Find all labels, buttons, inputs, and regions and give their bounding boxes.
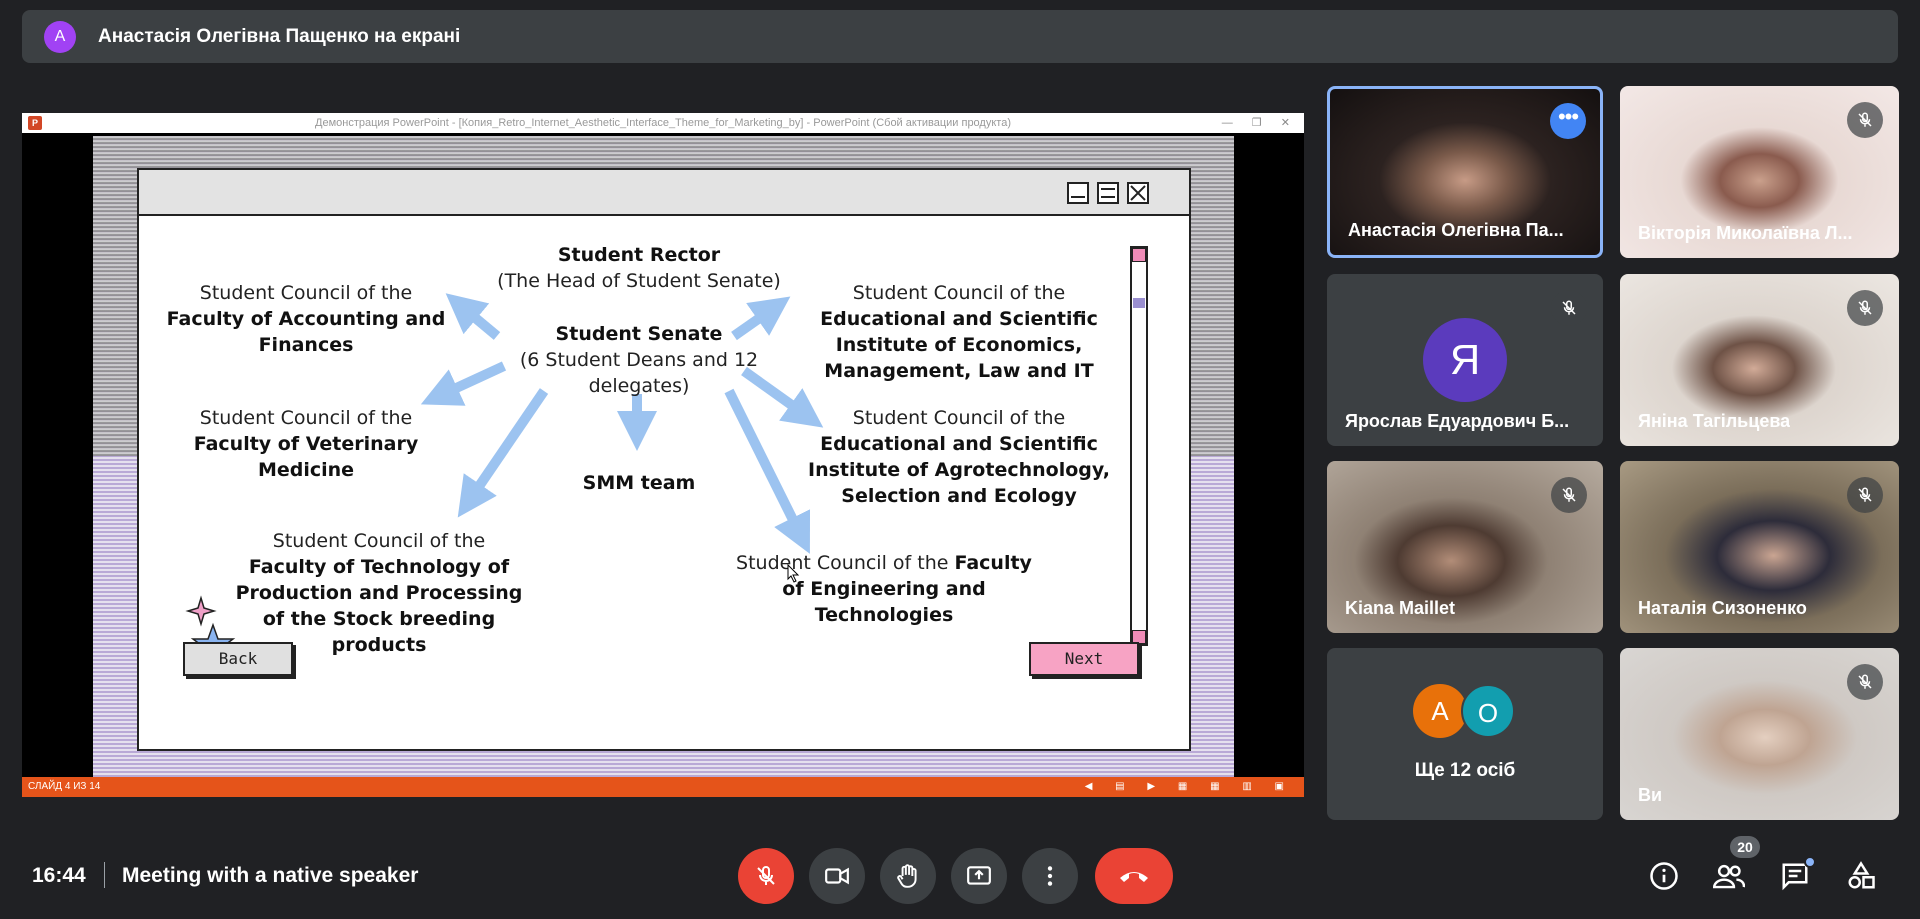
presenter-banner-text: Анастасія Олегівна Пащенко на екрані [98, 25, 461, 47]
more-options-button[interactable] [1022, 848, 1078, 904]
more-participants-label: Ще 12 осіб [1414, 760, 1516, 781]
self-tile[interactable]: Ви [1620, 648, 1899, 820]
raise-hand-button[interactable] [880, 848, 936, 904]
powerpoint-logo-icon: P [28, 116, 42, 130]
participant-avatar: А [1413, 684, 1467, 738]
slide: Student Rector (The Head of Student Sena… [93, 136, 1234, 777]
back-button[interactable]: Back [183, 642, 293, 676]
unread-chat-dot [1804, 856, 1816, 868]
mic-off-icon [1847, 290, 1883, 326]
close-icon [1127, 182, 1149, 204]
mic-off-icon [757, 865, 775, 885]
scroll-up-icon [1132, 248, 1146, 262]
slide-counter: СЛАЙД 4 ИЗ 14 [28, 781, 101, 792]
leave-call-button[interactable] [1095, 848, 1173, 904]
mic-off-icon [1551, 477, 1587, 513]
mic-off-icon [1551, 290, 1587, 326]
participant-tile[interactable]: Kiana Maillet [1327, 461, 1603, 633]
more-vert-icon [1047, 866, 1053, 886]
retro-scrollbar [1130, 246, 1148, 646]
powerpoint-title-bar: P Демонстрация PowerPoint - [Копия_Retro… [22, 113, 1304, 133]
participant-name: Kiana Maillet [1345, 598, 1456, 618]
present-screen-button[interactable] [951, 848, 1007, 904]
maximize-icon [1097, 182, 1119, 204]
mic-off-icon [1847, 664, 1883, 700]
council-technology: Student Council of the Faculty of Techno… [235, 530, 523, 656]
participant-tile[interactable]: Яніна Тагільцева [1620, 274, 1899, 446]
next-button[interactable]: Next [1029, 642, 1139, 676]
slideshow-controls[interactable]: ◀ ▤ ▶ ▦ ▦ ▥ ▣ [1085, 777, 1294, 797]
hang-up-icon [1120, 872, 1148, 882]
participants-button[interactable] [1711, 858, 1747, 894]
more-options-icon[interactable]: ••• [1550, 103, 1586, 139]
participant-name: Анастасія Олегівна Па... [1348, 220, 1564, 240]
activities-button[interactable] [1843, 858, 1879, 894]
scroll-thumb [1133, 298, 1145, 308]
council-engineering: Student Council of the Faculty of Engine… [736, 552, 1032, 626]
student-senate: Student Senate (6 Student Deans and 12 d… [519, 323, 759, 397]
student-rector: Student Rector (The Head of Student Sena… [497, 244, 781, 292]
powerpoint-status-bar: СЛАЙД 4 ИЗ 14 ◀ ▤ ▶ ▦ ▦ ▥ ▣ [22, 777, 1304, 797]
mouse-cursor-icon [787, 564, 800, 583]
mic-toggle-button[interactable] [738, 848, 794, 904]
retro-window: Student Rector (The Head of Student Sena… [137, 168, 1191, 751]
meeting-time: 16:44 [32, 864, 86, 887]
more-participants-tile[interactable]: А О Ще 12 осіб [1327, 648, 1603, 820]
participant-name: Наталія Сизоненко [1638, 598, 1807, 618]
council-economics: Student Council of the Educational and S… [820, 282, 1098, 382]
minimize-icon [1067, 182, 1089, 204]
powerpoint-title: Демонстрация PowerPoint - [Копия_Retro_I… [315, 117, 1011, 129]
mic-off-icon [1847, 102, 1883, 138]
council-veterinary: Student Council of the Faculty of Veteri… [193, 407, 419, 481]
presenter-avatar: А [44, 20, 76, 53]
participant-avatar: Я [1423, 318, 1507, 402]
activities-icon [1848, 861, 1875, 889]
participants-count-badge: 20 [1730, 836, 1760, 858]
participant-name: Ви [1638, 785, 1663, 805]
camera-toggle-button[interactable] [809, 848, 865, 904]
participant-name: Ярослав Едуардович Б... [1345, 411, 1570, 431]
council-agrotechnology: Student Council of the Educational and S… [808, 407, 1110, 507]
hand-icon [897, 864, 917, 888]
info-icon [1650, 862, 1678, 890]
smm-team: SMM team [582, 472, 696, 494]
presenter-banner: А Анастасія Олегівна Пащенко на екрані [22, 10, 1898, 63]
retro-window-titlebar [139, 170, 1189, 216]
participant-tile[interactable]: Вікторія Миколаївна Л... [1620, 86, 1899, 258]
participant-avatar: О [1461, 684, 1515, 738]
divider [104, 862, 105, 888]
meeting-title: Meeting with a native speaker [122, 864, 419, 887]
people-icon [1713, 864, 1745, 889]
participant-name: Яніна Тагільцева [1638, 411, 1791, 431]
meeting-details-button[interactable] [1646, 858, 1682, 894]
participant-tile[interactable]: Наталія Сизоненко [1620, 461, 1899, 633]
participant-tile[interactable]: Я Ярослав Едуардович Б... [1327, 274, 1603, 446]
participant-name: Вікторія Миколаївна Л... [1638, 223, 1853, 243]
powerpoint-window-buttons[interactable]: — ❐ ✕ [1222, 113, 1298, 133]
present-icon [967, 866, 991, 885]
council-accounting: Student Council of the Faculty of Accoun… [166, 282, 446, 356]
mic-off-icon [1847, 477, 1883, 513]
camera-icon [825, 867, 849, 885]
presentation-area[interactable]: P Демонстрация PowerPoint - [Копия_Retro… [22, 113, 1304, 797]
participant-tile-presenter[interactable]: ••• Анастасія Олегівна Па... [1327, 86, 1603, 258]
